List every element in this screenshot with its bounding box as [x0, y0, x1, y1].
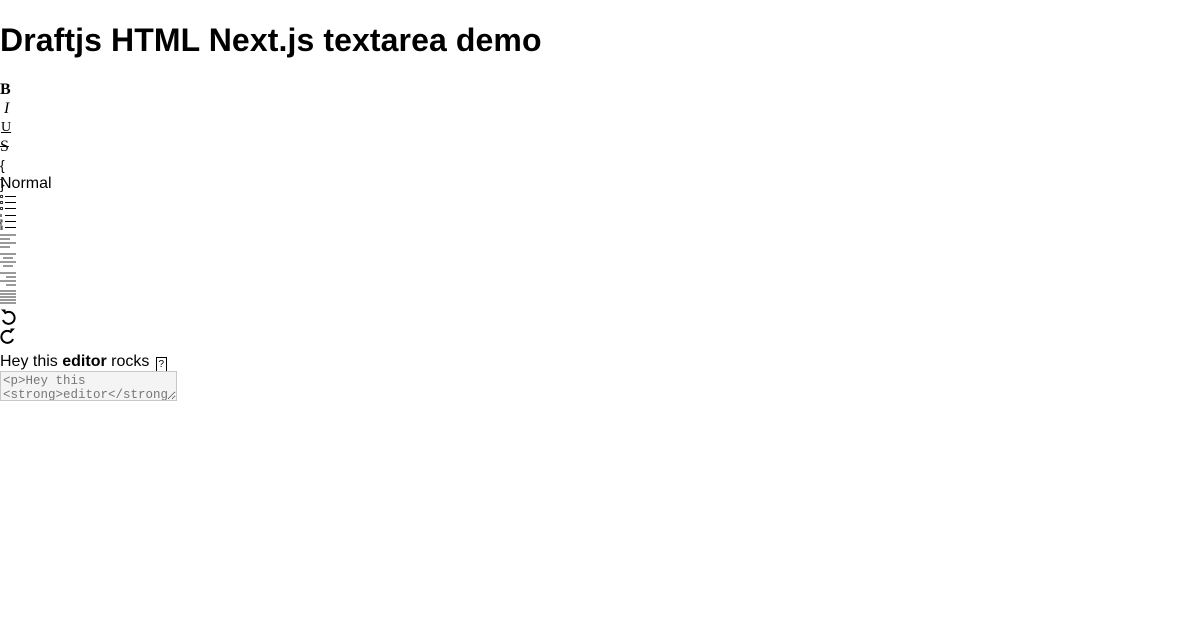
underline-icon: U — [1, 120, 12, 135]
align-center-icon — [0, 253, 16, 267]
unordered-list-icon — [0, 194, 16, 211]
bold-button[interactable]: B — [0, 80, 16, 99]
code-icon: { } — [0, 157, 6, 192]
editor-text: Hey this — [0, 353, 63, 370]
align-center-button[interactable] — [0, 250, 16, 269]
code-button[interactable]: { } — [0, 156, 16, 192]
ordered-list-icon — [0, 214, 16, 230]
redo-icon — [0, 328, 15, 344]
unknown-glyph-icon: ? — [155, 357, 167, 372]
page-title: Draftjs HTML Next.js textarea demo — [0, 22, 542, 58]
align-left-button[interactable] — [0, 231, 16, 250]
undo-button[interactable] — [0, 307, 16, 326]
ordered-list-button[interactable] — [0, 212, 16, 231]
undo-icon — [1, 309, 16, 325]
align-right-button[interactable] — [0, 269, 16, 288]
rich-text-editor[interactable]: Hey this editor rocks ? — [0, 352, 167, 372]
underline-button[interactable]: U — [0, 118, 16, 137]
italic-button[interactable]: I — [0, 99, 16, 118]
editor-toolbar: B I U S { } Normal — [0, 80, 60, 345]
align-justify-button[interactable] — [0, 288, 16, 307]
align-left-icon — [0, 234, 16, 248]
editor-text-end: rocks — [106, 353, 150, 370]
unordered-list-button[interactable] — [0, 193, 16, 212]
strikethrough-icon: S — [0, 138, 9, 155]
html-output-textarea[interactable]: <p>Hey this <strong>editor</strong> rock… — [0, 371, 177, 401]
align-justify-icon — [0, 290, 16, 304]
page: Draftjs HTML Next.js textarea demo B I U… — [0, 0, 1200, 630]
align-right-icon — [0, 272, 16, 286]
bold-icon: B — [0, 81, 11, 98]
editor-bold-text: editor — [62, 353, 107, 370]
redo-button[interactable] — [0, 326, 16, 345]
italic-icon: I — [4, 100, 10, 117]
strikethrough-button[interactable]: S — [0, 137, 16, 156]
block-type-select[interactable]: Normal — [0, 175, 60, 193]
